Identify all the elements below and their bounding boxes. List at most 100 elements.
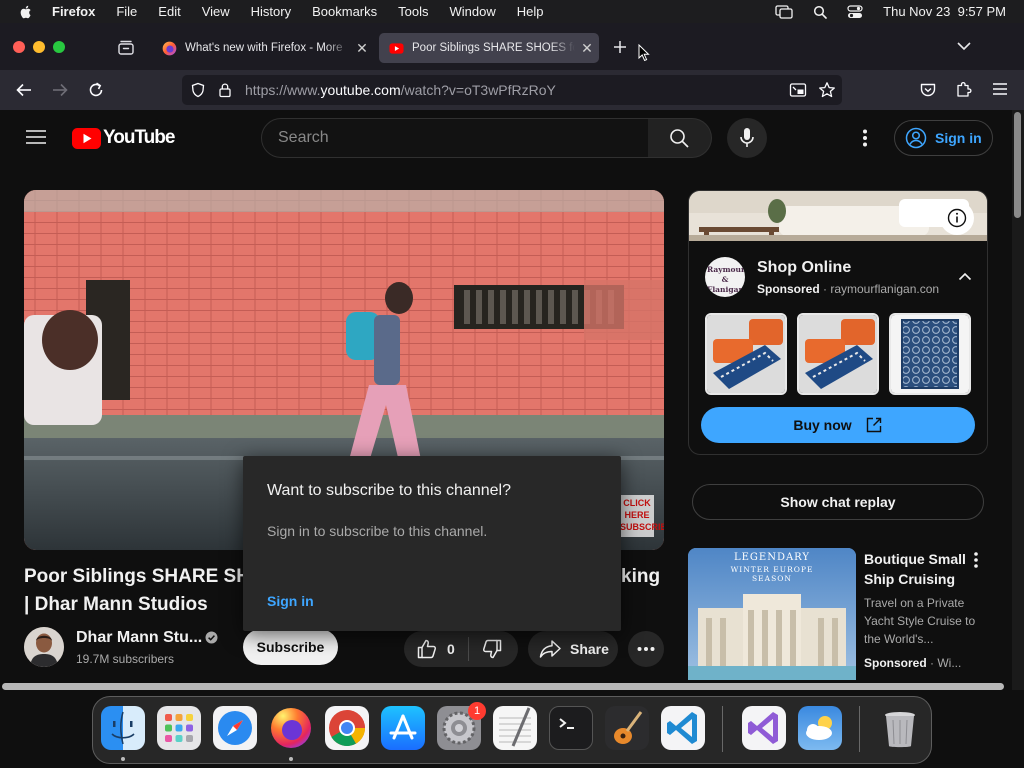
menu-window[interactable]: Window (450, 4, 496, 19)
dock-app-store-icon[interactable] (381, 706, 425, 750)
control-center-icon[interactable] (847, 4, 863, 19)
menu-help[interactable]: Help (517, 4, 544, 19)
dock-separator (722, 706, 723, 752)
buy-now-label: Buy now (793, 417, 852, 433)
menu-edit[interactable]: Edit (158, 4, 180, 19)
url-text[interactable]: https://www.youtube.com/watch?v=oT3wPfRz… (245, 82, 556, 98)
buy-now-button[interactable]: Buy now (701, 407, 975, 443)
app-menu-hamburger-icon[interactable] (992, 82, 1008, 96)
dock-garageband-icon[interactable] (605, 706, 649, 750)
ad-domain: raymourflanigan.con (830, 282, 940, 296)
chevron-up-icon[interactable] (958, 272, 972, 281)
page-scrollbar-thumb[interactable] (1014, 112, 1021, 218)
like-button[interactable]: 0 (404, 631, 468, 667)
secure-lock-icon[interactable] (218, 82, 232, 98)
channel-name[interactable]: Dhar Mann Stu... (76, 629, 202, 647)
share-button[interactable]: Share (528, 631, 618, 667)
firefox-favicon-icon (162, 41, 177, 55)
thumbnail-caption-line-2: WINTER EUROPE (730, 565, 814, 574)
recommended-kebab-icon[interactable] (973, 552, 979, 568)
channel-avatar[interactable] (24, 627, 64, 667)
dock-chrome-icon[interactable] (325, 706, 369, 750)
horizontal-scrollbar-thumb[interactable] (2, 683, 1004, 690)
trash-can-icon (885, 712, 915, 748)
tab-close-icon[interactable]: ✕ (350, 40, 374, 57)
window-close-button[interactable] (13, 41, 25, 53)
verified-check-icon (205, 631, 218, 644)
ad-info-button[interactable] (940, 201, 974, 235)
ad-product-thumbnail-2[interactable] (797, 313, 879, 395)
address-bar[interactable]: https://www.youtube.com/watch?v=oT3wPfRz… (182, 75, 842, 105)
thumbnail-caption-line-3: SEASON (752, 574, 792, 583)
dialog-sign-in-link[interactable]: Sign in (267, 593, 314, 609)
tab-overview-icon[interactable] (117, 39, 135, 55)
chrome-logo-icon (329, 710, 365, 747)
menu-file[interactable]: File (116, 4, 137, 19)
new-tab-plus-icon[interactable] (612, 39, 628, 55)
dock-textedit-icon[interactable] (493, 706, 537, 750)
voice-search-button[interactable] (727, 118, 767, 158)
subscribe-watermark[interactable]: CLICK HERE SUBSCRIBE (620, 497, 664, 533)
search-button[interactable] (648, 118, 712, 158)
like-dislike-divider (468, 637, 469, 661)
tab-youtube-video[interactable]: Poor Siblings SHARE SHOES for ✕ (379, 33, 599, 63)
dock-vscode-icon[interactable] (661, 706, 705, 750)
menu-clock[interactable]: Thu Nov 23 9:57 PM (883, 4, 1006, 19)
microphone-icon (740, 128, 754, 147)
window-zoom-button[interactable] (53, 41, 65, 53)
apple-logo-icon[interactable] (18, 4, 34, 20)
subscribe-button[interactable]: Subscribe (243, 629, 338, 665)
list-all-tabs-chevron-down-icon[interactable] (956, 40, 972, 52)
more-actions-button[interactable] (628, 631, 664, 667)
dislike-button[interactable] (468, 631, 518, 667)
search-input[interactable]: Search (261, 118, 649, 158)
menu-bookmarks[interactable]: Bookmarks (312, 4, 377, 19)
subscribe-signin-dialog: Want to subscribe to this channel? Sign … (243, 456, 621, 631)
dock-running-indicator (289, 757, 293, 761)
dock-launchpad-icon[interactable] (157, 706, 201, 750)
recommended-ad-thumbnail[interactable]: LEGENDARY WINTER EUROPE SEASON (688, 548, 856, 680)
screen-mirroring-icon[interactable] (775, 4, 793, 19)
dock-terminal-icon[interactable] (549, 706, 593, 750)
firefox-logo-icon (271, 708, 311, 748)
url-host: youtube.com (320, 82, 401, 98)
dock-firefox-icon[interactable] (269, 706, 313, 750)
menu-history[interactable]: History (251, 4, 291, 19)
extensions-puzzle-icon[interactable] (955, 80, 973, 98)
menu-tools[interactable]: Tools (398, 4, 428, 19)
youtube-logo[interactable]: YouTube (72, 127, 175, 149)
forward-arrow-icon[interactable] (51, 81, 69, 99)
ad-product-thumbnail-1[interactable] (705, 313, 787, 395)
app-store-a-icon (389, 714, 417, 740)
tracking-protection-shield-icon[interactable] (190, 82, 206, 98)
tab-whats-new-firefox[interactable]: What's new with Firefox - More ✕ (152, 33, 374, 63)
tab-close-icon[interactable]: ✕ (575, 40, 599, 57)
ad-product-thumbnail-3[interactable] (889, 313, 971, 395)
settings-kebab-icon[interactable] (862, 129, 868, 147)
info-icon (947, 208, 967, 228)
picture-in-picture-icon[interactable] (789, 82, 807, 98)
safari-compass-icon (218, 711, 252, 745)
reload-icon[interactable] (87, 81, 105, 99)
menu-view[interactable]: View (202, 4, 230, 19)
pocket-icon[interactable] (919, 81, 937, 99)
spotlight-search-icon[interactable] (813, 5, 827, 19)
ad-sponsor-line: Sponsored · raymourflanigan.con (757, 282, 940, 296)
terminal-prompt-icon (559, 718, 574, 729)
window-minimize-button[interactable] (33, 41, 45, 53)
dock-finder-icon[interactable] (101, 706, 145, 750)
dock-weather-icon[interactable] (798, 706, 842, 750)
menu-app-firefox[interactable]: Firefox (52, 4, 95, 19)
sign-in-button[interactable]: Sign in (894, 120, 993, 156)
ad-title[interactable]: Shop Online (757, 259, 851, 277)
back-arrow-icon[interactable] (15, 81, 33, 99)
thumbs-down-icon (482, 639, 502, 659)
dock-trash-icon[interactable] (878, 706, 922, 750)
bookmark-star-icon[interactable] (818, 81, 836, 99)
dock-safari-icon[interactable] (213, 706, 257, 750)
show-chat-replay-button[interactable]: Show chat replay (692, 484, 984, 520)
dock-visual-studio-icon[interactable] (742, 706, 786, 750)
guide-menu-icon[interactable] (26, 129, 46, 145)
recommended-ad-title[interactable]: Boutique Small Ship Cruising (864, 549, 970, 589)
video-title-line-1: Poor Siblings SHARE SHO (24, 566, 265, 588)
